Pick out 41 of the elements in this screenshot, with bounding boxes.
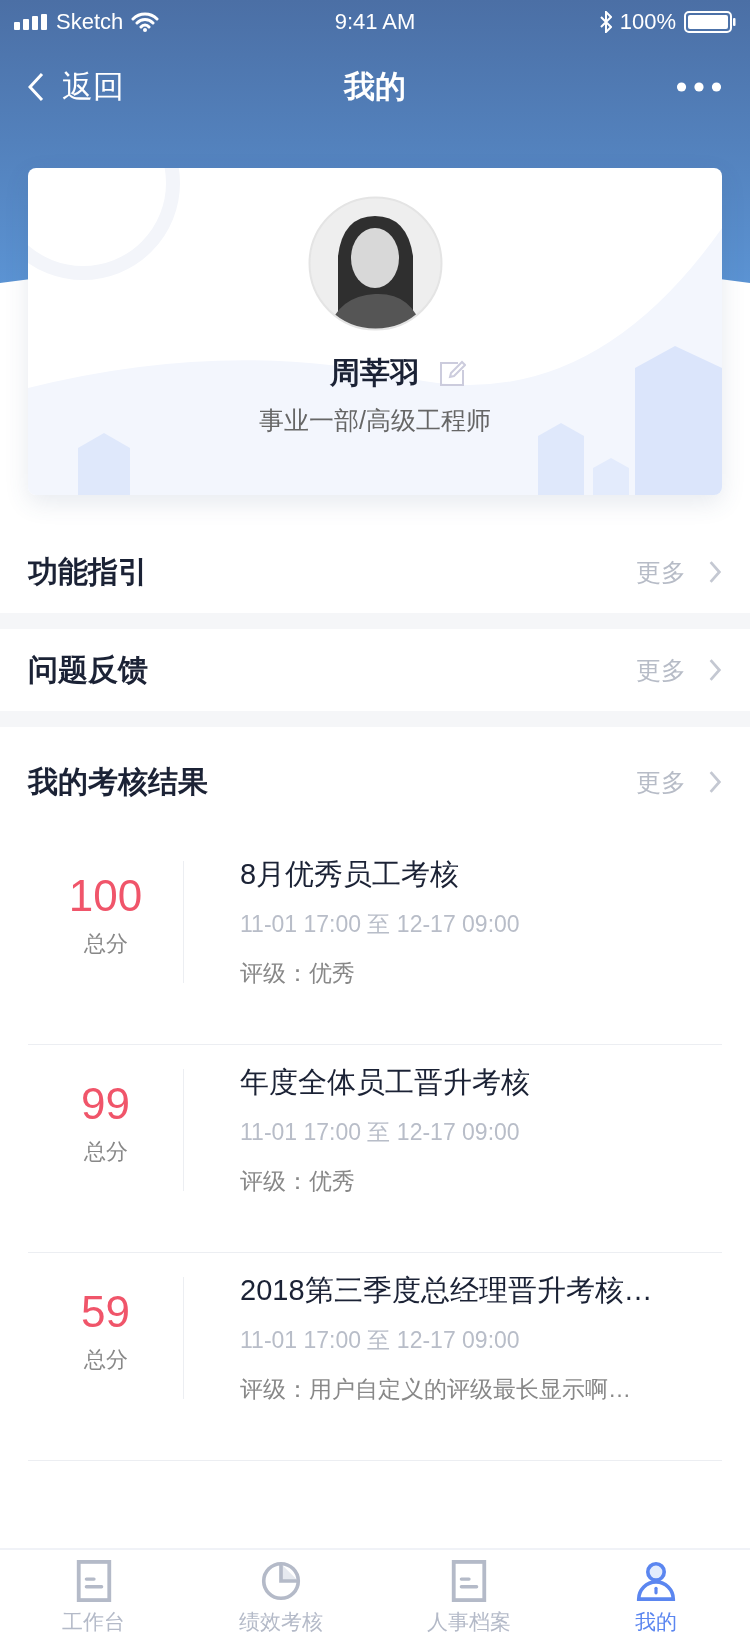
score-label: 总分 bbox=[83, 1138, 128, 1166]
score-value: 59 bbox=[81, 1287, 130, 1337]
signal-icon bbox=[14, 14, 48, 30]
assessment-period: 11-01 17:00 至 12-17 09:00 bbox=[240, 910, 520, 939]
assessment-rating: 评级：优秀 bbox=[240, 959, 356, 988]
more-link: 更多 bbox=[636, 556, 686, 588]
assessment-rating: 评级：用户自定义的评级最长显示啊… bbox=[240, 1375, 632, 1404]
assessment-period: 11-01 17:00 至 12-17 09:00 bbox=[240, 1326, 521, 1355]
page-title: 我的 bbox=[344, 68, 406, 106]
user-icon bbox=[636, 1560, 677, 1602]
chevron-right-icon bbox=[708, 770, 722, 794]
menu-title: 问题反馈 bbox=[28, 651, 149, 688]
score-label: 总分 bbox=[83, 1346, 128, 1374]
assessment-period: 11-01 17:00 至 12-17 09:00 bbox=[240, 1118, 521, 1147]
battery-icon bbox=[684, 11, 736, 33]
battery-percent: 100% bbox=[619, 9, 676, 35]
chevron-left-icon bbox=[28, 72, 44, 102]
menu-row[interactable]: 功能指引 更多 bbox=[0, 531, 750, 629]
back-button[interactable]: 返回 bbox=[28, 66, 124, 108]
department-title: 事业一部/高级工程师 bbox=[259, 405, 491, 436]
score-value: 100 bbox=[68, 871, 143, 921]
chevron-right-icon bbox=[708, 560, 722, 584]
wifi-icon bbox=[131, 12, 160, 32]
more-icon[interactable] bbox=[676, 81, 722, 93]
carrier-name: Sketch bbox=[56, 9, 124, 35]
assessment-rating: 评级：优秀 bbox=[240, 1167, 356, 1196]
user-name: 周莘羽 bbox=[330, 355, 420, 391]
menu-row[interactable]: 问题反馈 更多 bbox=[0, 629, 750, 727]
clock-time: 9:41 AM bbox=[334, 9, 416, 35]
bluetooth-icon bbox=[599, 11, 612, 33]
score-label: 总分 bbox=[83, 930, 128, 958]
assessment-name[interactable]: 8月优秀员工考核 bbox=[240, 855, 520, 895]
score-value: 99 bbox=[81, 1079, 130, 1129]
section-title: 我的考核结果 bbox=[28, 763, 209, 800]
menu-title: 功能指引 bbox=[28, 553, 149, 590]
tab-item[interactable]: 我的 bbox=[562, 1550, 750, 1646]
assessment-name[interactable]: 2018第三季度总经理晋升考核… bbox=[240, 1271, 653, 1311]
assessment-name[interactable]: 年度全体员工晋升考核 bbox=[240, 1063, 530, 1103]
chevron-right-icon bbox=[708, 658, 722, 682]
more-link: 更多 bbox=[636, 654, 686, 686]
pie-chart-icon bbox=[261, 1560, 302, 1602]
